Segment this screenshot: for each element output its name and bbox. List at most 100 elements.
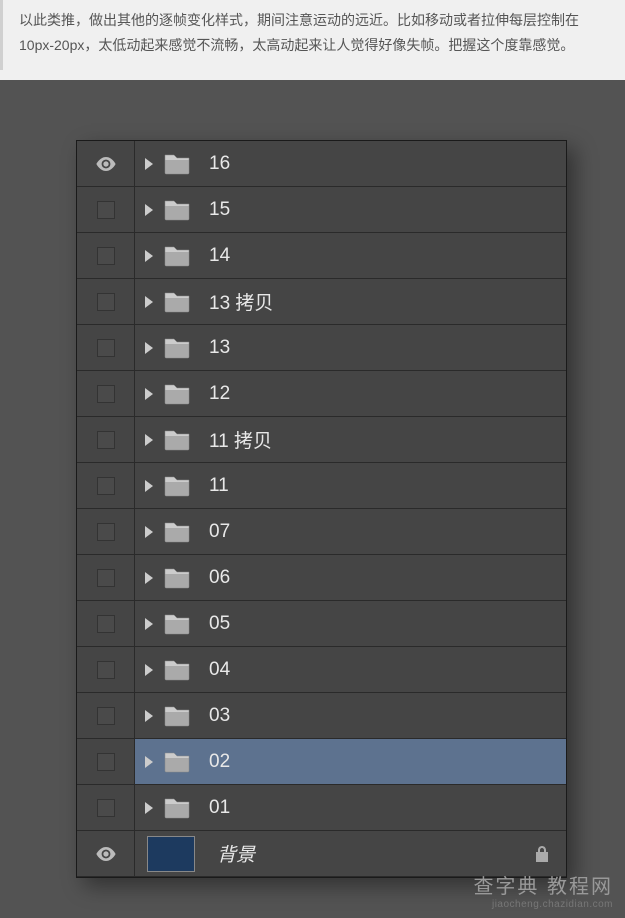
visibility-toggle[interactable] <box>77 325 135 370</box>
visibility-toggle[interactable] <box>77 555 135 600</box>
layer-name-label[interactable]: 07 <box>209 521 230 543</box>
visibility-toggle[interactable] <box>77 141 135 186</box>
layer-content[interactable]: 13 <box>135 325 566 370</box>
layer-content[interactable]: 02 <box>135 739 566 784</box>
visibility-empty-icon <box>97 661 115 679</box>
layer-name-label[interactable]: 05 <box>209 613 230 635</box>
layer-content[interactable]: 01 <box>135 785 566 830</box>
article-paragraph: 以此类推，做出其他的逐帧变化样式，期间注意运动的远近。比如移动或者拉伸每层控制在… <box>0 0 625 70</box>
layer-content[interactable]: 16 <box>135 141 566 186</box>
layer-name-label[interactable]: 背景 <box>217 840 255 867</box>
layer-row[interactable]: 13 拷贝 <box>77 279 566 325</box>
visibility-toggle[interactable] <box>77 371 135 416</box>
visibility-toggle[interactable] <box>77 233 135 278</box>
layer-content[interactable]: 12 <box>135 371 566 416</box>
expand-arrow-icon[interactable] <box>145 664 153 676</box>
expand-arrow-icon[interactable] <box>145 250 153 262</box>
visibility-empty-icon <box>97 385 115 403</box>
expand-arrow-icon[interactable] <box>145 434 153 446</box>
folder-icon <box>163 567 191 589</box>
expand-arrow-icon[interactable] <box>145 572 153 584</box>
layer-content[interactable]: 11 <box>135 463 566 508</box>
visibility-empty-icon <box>97 569 115 587</box>
layer-content[interactable]: 11 拷贝 <box>135 417 566 462</box>
folder-icon <box>163 199 191 221</box>
folder-icon <box>163 797 191 819</box>
expand-arrow-icon[interactable] <box>145 342 153 354</box>
folder-icon <box>163 429 191 451</box>
visibility-toggle[interactable] <box>77 187 135 232</box>
layer-row[interactable]: 05 <box>77 601 566 647</box>
layer-row[interactable]: 13 <box>77 325 566 371</box>
visibility-toggle[interactable] <box>77 463 135 508</box>
layer-row[interactable]: 15 <box>77 187 566 233</box>
visibility-toggle[interactable] <box>77 831 135 876</box>
expand-arrow-icon[interactable] <box>145 388 153 400</box>
expand-arrow-icon[interactable] <box>145 204 153 216</box>
eye-icon <box>95 847 117 861</box>
visibility-empty-icon <box>97 293 115 311</box>
layer-row[interactable]: 03 <box>77 693 566 739</box>
visibility-toggle[interactable] <box>77 279 135 324</box>
layer-content[interactable]: 03 <box>135 693 566 738</box>
expand-arrow-icon[interactable] <box>145 480 153 492</box>
layer-row[interactable]: 04 <box>77 647 566 693</box>
layer-name-label[interactable]: 02 <box>209 751 230 773</box>
visibility-toggle[interactable] <box>77 509 135 554</box>
layer-row[interactable]: 11 <box>77 463 566 509</box>
layer-name-label[interactable]: 13 拷贝 <box>209 288 273 315</box>
expand-arrow-icon[interactable] <box>145 710 153 722</box>
folder-icon <box>163 291 191 313</box>
visibility-empty-icon <box>97 477 115 495</box>
expand-arrow-icon[interactable] <box>145 158 153 170</box>
layer-thumbnail <box>147 836 195 872</box>
layer-name-label[interactable]: 11 拷贝 <box>209 426 272 453</box>
layers-panel: 16 15 14 13 拷贝 13 12 11 拷贝 11 07 06 05 04 03 02 01 背景 <box>76 140 567 878</box>
folder-icon <box>163 613 191 635</box>
expand-arrow-icon[interactable] <box>145 296 153 308</box>
layer-name-label[interactable]: 11 <box>209 475 229 497</box>
layer-name-label[interactable]: 04 <box>209 659 230 681</box>
layer-row[interactable]: 07 <box>77 509 566 555</box>
layer-content[interactable]: 07 <box>135 509 566 554</box>
visibility-empty-icon <box>97 615 115 633</box>
layer-row[interactable]: 02 <box>77 739 566 785</box>
layer-name-label[interactable]: 01 <box>209 797 230 819</box>
layer-row[interactable]: 12 <box>77 371 566 417</box>
visibility-toggle[interactable] <box>77 417 135 462</box>
layer-row[interactable]: 14 <box>77 233 566 279</box>
layer-name-label[interactable]: 16 <box>209 153 230 175</box>
folder-icon <box>163 521 191 543</box>
folder-icon <box>163 383 191 405</box>
expand-arrow-icon[interactable] <box>145 526 153 538</box>
layer-content[interactable]: 13 拷贝 <box>135 279 566 324</box>
visibility-toggle[interactable] <box>77 693 135 738</box>
layer-content[interactable]: 06 <box>135 555 566 600</box>
folder-icon <box>163 475 191 497</box>
expand-arrow-icon[interactable] <box>145 618 153 630</box>
screenshot-container: 16 15 14 13 拷贝 13 12 11 拷贝 11 07 06 05 04 03 02 01 背景 查… <box>0 80 625 918</box>
watermark-main: 查字典 教程网 <box>473 870 613 899</box>
layer-name-label[interactable]: 03 <box>209 705 230 727</box>
layer-content[interactable]: 15 <box>135 187 566 232</box>
eye-icon <box>95 157 117 171</box>
layer-content[interactable]: 04 <box>135 647 566 692</box>
layer-name-label[interactable]: 15 <box>209 199 230 221</box>
layer-content[interactable]: 14 <box>135 233 566 278</box>
layer-row[interactable]: 11 拷贝 <box>77 417 566 463</box>
expand-arrow-icon[interactable] <box>145 756 153 768</box>
expand-arrow-icon[interactable] <box>145 802 153 814</box>
layer-name-label[interactable]: 06 <box>209 567 230 589</box>
layer-name-label[interactable]: 14 <box>209 245 230 267</box>
layer-row[interactable]: 01 <box>77 785 566 831</box>
layer-name-label[interactable]: 12 <box>209 383 230 405</box>
visibility-toggle[interactable] <box>77 601 135 646</box>
layer-content[interactable]: 05 <box>135 601 566 646</box>
visibility-empty-icon <box>97 753 115 771</box>
layer-row[interactable]: 06 <box>77 555 566 601</box>
visibility-toggle[interactable] <box>77 647 135 692</box>
layer-name-label[interactable]: 13 <box>209 337 230 359</box>
visibility-toggle[interactable] <box>77 739 135 784</box>
layer-row[interactable]: 16 <box>77 141 566 187</box>
visibility-toggle[interactable] <box>77 785 135 830</box>
